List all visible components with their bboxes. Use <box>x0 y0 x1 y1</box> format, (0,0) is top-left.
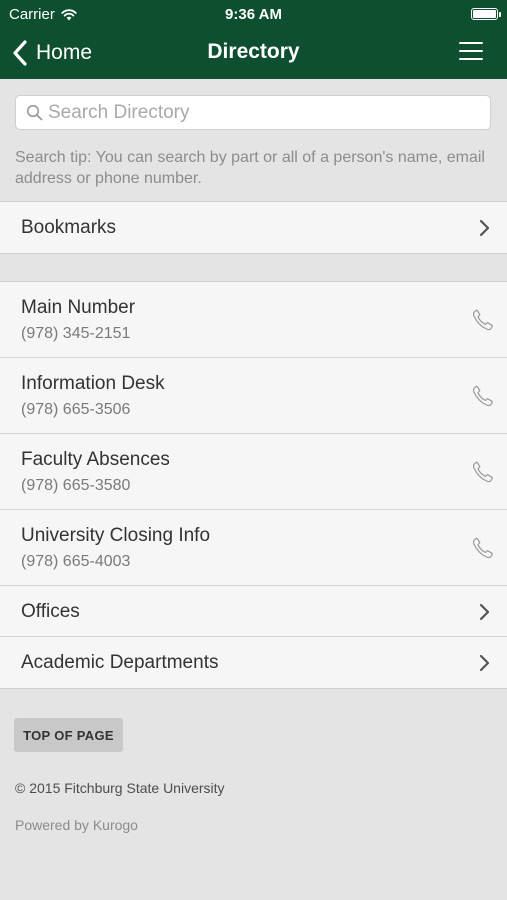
phone-icon[interactable] <box>471 384 495 408</box>
list-item-main-number[interactable]: Main Number (978) 345-2151 <box>0 282 507 358</box>
list-item-phone: (978) 665-3580 <box>21 477 131 494</box>
top-of-page-button[interactable]: TOP OF PAGE <box>14 718 123 752</box>
status-time: 9:36 AM <box>225 6 282 23</box>
phone-icon[interactable] <box>471 460 495 484</box>
header: Carrier 9:36 AM Home Directory <box>0 0 507 79</box>
chevron-right-icon <box>479 219 490 237</box>
directory-list: Main Number (978) 345-2151 Information D… <box>0 281 507 689</box>
screen: Carrier 9:36 AM Home Directory Search Di… <box>0 0 507 900</box>
search-box[interactable] <box>15 95 491 130</box>
list-item-title: Main Number <box>21 297 136 318</box>
list-item-phone: (978) 665-3506 <box>21 401 131 418</box>
bookmarks-group: Bookmarks <box>0 201 507 254</box>
list-item-faculty-absences[interactable]: Faculty Absences (978) 665-3580 <box>0 434 507 510</box>
battery-icon <box>471 8 501 20</box>
list-item-university-closing-info[interactable]: University Closing Info (978) 665-4003 <box>0 510 507 586</box>
hamburger-menu-icon[interactable] <box>459 42 483 62</box>
search-icon <box>26 104 43 121</box>
list-item-title: University Closing Info <box>21 525 211 546</box>
list-item-title: Faculty Absences <box>21 449 170 470</box>
bookmarks-row[interactable]: Bookmarks <box>0 202 507 253</box>
list-item-title: Academic Departments <box>21 652 219 673</box>
list-item-academic-departments[interactable]: Academic Departments <box>0 637 507 688</box>
list-item-offices[interactable]: Offices <box>0 586 507 637</box>
nav-bar: Home Directory <box>0 28 507 79</box>
list-item-information-desk[interactable]: Information Desk (978) 665-3506 <box>0 358 507 434</box>
list-item-title: Information Desk <box>21 373 165 394</box>
list-item-phone: (978) 345-2151 <box>21 325 131 342</box>
list-item-phone: (978) 665-4003 <box>21 553 131 570</box>
phone-icon[interactable] <box>471 308 495 332</box>
list-item-title: Offices <box>21 601 80 622</box>
search-input[interactable] <box>48 101 488 124</box>
search-tip: Search tip: You can search by part or al… <box>15 149 485 187</box>
copyright-text: © 2015 Fitchburg State University <box>15 780 225 796</box>
chevron-right-icon <box>479 603 490 621</box>
powered-by-text: Powered by Kurogo <box>15 817 138 833</box>
phone-icon[interactable] <box>471 536 495 560</box>
status-bar: Carrier 9:36 AM <box>0 0 507 28</box>
chevron-right-icon <box>479 654 490 672</box>
page-title: Directory <box>207 40 300 63</box>
bookmarks-label: Bookmarks <box>21 217 117 238</box>
